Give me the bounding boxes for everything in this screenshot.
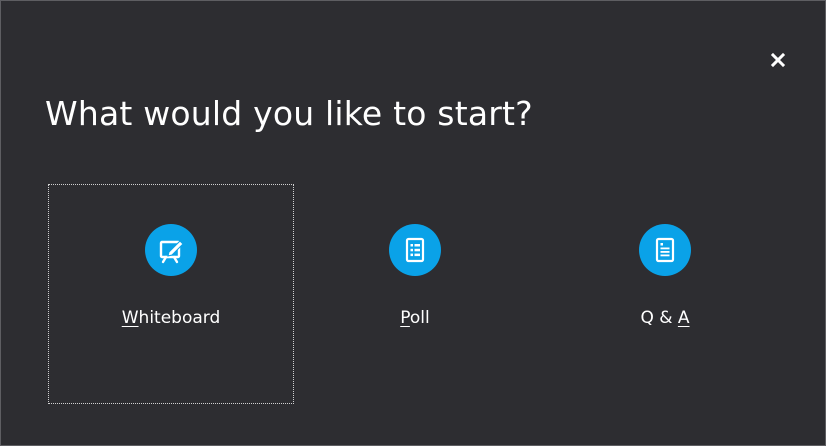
whiteboard-icon [145,224,197,276]
qa-icon [639,224,691,276]
poll-label: Poll [400,308,430,328]
whiteboard-label: Whiteboard [121,308,221,328]
poll-option[interactable]: Poll [292,184,538,404]
qa-label: Q & A [640,308,690,328]
whiteboard-option[interactable]: Whiteboard [48,184,294,404]
dialog-title: What would you like to start? [45,94,533,133]
close-button[interactable] [763,45,793,75]
close-icon [770,52,786,68]
poll-icon [389,224,441,276]
start-dialog: What would you like to start? Whiteboard [0,0,826,446]
qa-option[interactable]: Q & A [542,184,788,404]
